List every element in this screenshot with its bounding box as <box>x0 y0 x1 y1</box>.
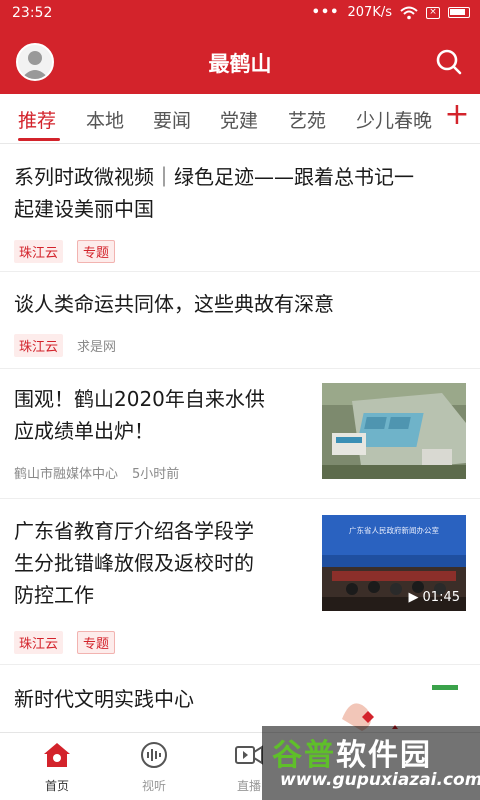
more-dots-icon: ••• <box>311 5 340 20</box>
news-title: 广东省教育厅介绍各学段学 生分批错峰放假及返校时的 防控工作 <box>14 519 254 607</box>
water-plant-thumbnail <box>322 383 466 479</box>
publisher-name: 鹤山市融媒体中心 <box>14 467 119 482</box>
audio-icon <box>141 742 167 768</box>
app-header: 最鹤山 <box>0 28 480 94</box>
nav-home[interactable]: 首页 <box>22 741 92 794</box>
add-tab-icon[interactable]: + <box>442 100 472 130</box>
tab-headlines[interactable]: 要闻 <box>153 106 191 133</box>
tab-arts[interactable]: 艺苑 <box>288 106 326 133</box>
tab-kids-gala[interactable]: 少儿春晚 <box>356 106 432 133</box>
tab-party[interactable]: 党建 <box>220 106 258 133</box>
news-item[interactable]: 广东省教育厅介绍各学段学 生分批错峰放假及返校时的 防控工作 珠江云 专题 广东… <box>0 499 480 665</box>
news-title: 围观！鹤山2020年自来水供 应成绩单出炉！ <box>14 387 265 443</box>
battery-icon <box>448 7 470 18</box>
news-item[interactable]: 新时代文明实践中心 <box>0 665 480 735</box>
source-tag: 珠江云 <box>14 631 64 654</box>
news-item[interactable]: 谈人类命运共同体，这些典故有深意 珠江云 求是网 <box>0 272 480 369</box>
tab-recommend[interactable]: 推荐 <box>18 106 56 133</box>
news-title: 新时代文明实践中心 <box>14 687 194 711</box>
news-meta: 珠江云 求是网 <box>14 334 116 357</box>
nav-audio-video[interactable]: 视听 <box>119 741 189 794</box>
video-duration: ▶ 01:45 <box>408 590 460 605</box>
news-meta: 珠江云 专题 <box>14 240 116 263</box>
banner-text: 广东省人民政府新闻办公室 <box>349 525 439 535</box>
category-tabs: 推荐 本地 要闻 党建 艺苑 少儿春晚 + <box>0 94 480 144</box>
news-title: 谈人类命运共同体，这些典故有深意 <box>14 292 334 316</box>
home-icon <box>44 743 70 767</box>
site-watermark: 谷普软件园 www.gupuxiazai.com <box>262 726 480 800</box>
watermark-url: www.gupuxiazai.com <box>280 770 480 790</box>
no-sim-icon: × <box>426 6 440 19</box>
status-bar: 23:52 ••• 207K/s × <box>0 0 480 28</box>
play-icon: ▶ <box>408 590 419 605</box>
live-video-icon <box>235 745 263 765</box>
publish-time: 5小时前 <box>132 467 180 482</box>
news-item[interactable]: 系列时政微视频｜绿色足迹——跟着总书记一 起建设美丽中国 珠江云 专题 <box>0 145 480 272</box>
news-meta: 珠江云 专题 <box>14 631 116 654</box>
search-icon[interactable] <box>434 47 464 77</box>
active-tab-indicator <box>18 138 60 141</box>
news-title: 系列时政微视频｜绿色足迹——跟着总书记一 起建设美丽中国 <box>14 165 414 221</box>
status-time: 23:52 <box>12 5 53 21</box>
tab-local[interactable]: 本地 <box>86 106 124 133</box>
app-title: 最鹤山 <box>208 52 272 76</box>
wifi-icon <box>400 6 418 19</box>
news-meta: 鹤山市融媒体中心 5小时前 <box>14 463 179 482</box>
topic-tag: 专题 <box>77 240 116 263</box>
watermark-title: 谷普软件园 <box>272 738 432 773</box>
news-item[interactable]: 围观！鹤山2020年自来水供 应成绩单出炉！ 鹤山市融媒体中心 5小时前 <box>0 369 480 499</box>
publisher-name: 求是网 <box>77 340 117 355</box>
press-conference-thumbnail[interactable]: 广东省人民政府新闻办公室 ▶ 01:45 <box>322 515 466 611</box>
source-tag: 珠江云 <box>14 334 64 357</box>
topic-tag: 专题 <box>77 631 116 654</box>
source-tag: 珠江云 <box>14 240 64 263</box>
network-speed: 207K/s <box>347 5 393 20</box>
